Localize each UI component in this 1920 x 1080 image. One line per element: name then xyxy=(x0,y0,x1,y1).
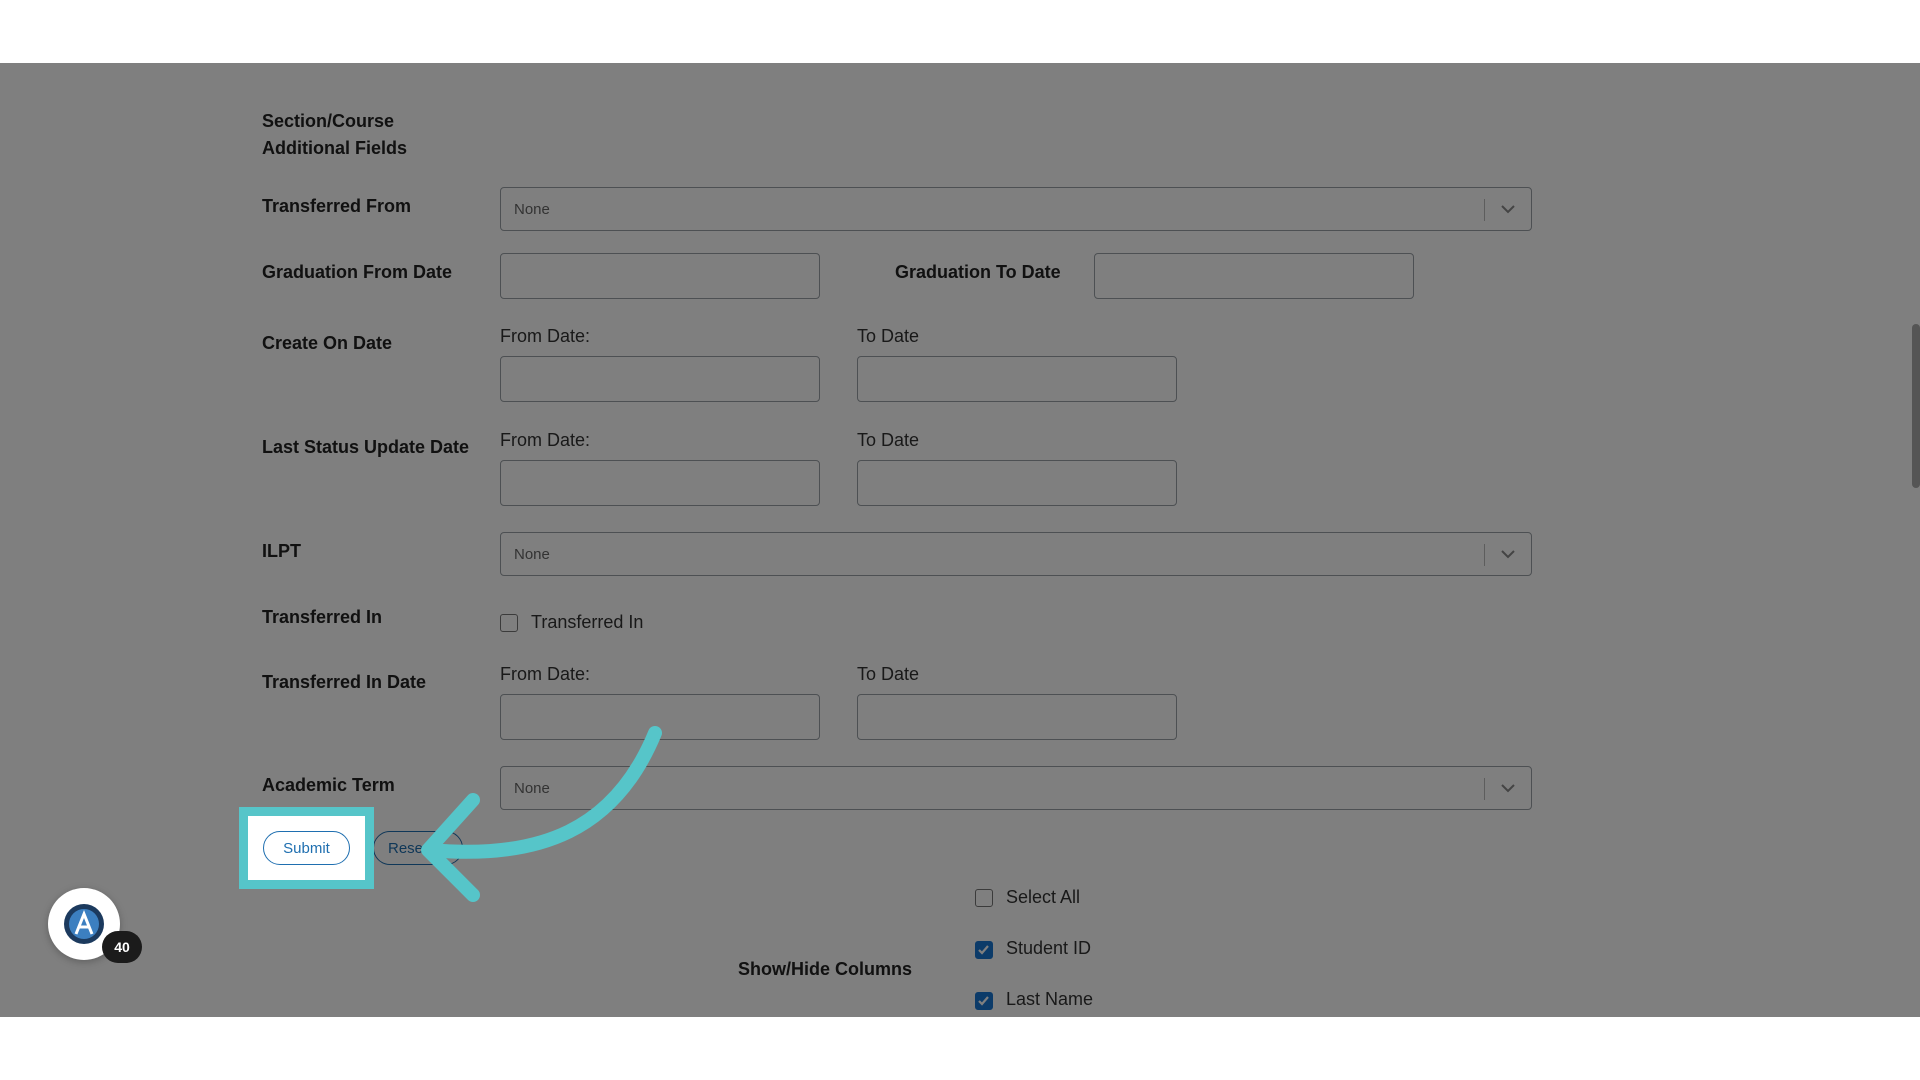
select-all-checkbox[interactable] xyxy=(975,889,993,907)
last-name-label[interactable]: Last Name xyxy=(1006,989,1093,1010)
checkmark-icon xyxy=(978,945,989,955)
transferred-in-date-label: Transferred In Date xyxy=(262,672,427,692)
section-course-label-line2: Additional Fields xyxy=(262,138,408,158)
chevron-down-icon[interactable] xyxy=(1497,777,1519,799)
notification-count-badge: 40 xyxy=(102,931,142,963)
reset-button[interactable]: Rese xyxy=(373,831,463,865)
transferred-from-label: Transferred From xyxy=(262,196,412,216)
top-bar xyxy=(0,0,1920,63)
create-on-from-input[interactable] xyxy=(500,356,820,402)
create-on-to-label: To Date xyxy=(857,326,920,346)
last-status-from-label: From Date: xyxy=(500,430,591,450)
academic-term-value: None xyxy=(514,780,550,797)
section-course-label-line1: Section/Course xyxy=(262,111,395,131)
select-separator xyxy=(1484,199,1485,221)
last-status-update-date-label: Last Status Update Date xyxy=(262,437,470,457)
last-status-from-input[interactable] xyxy=(500,460,820,506)
show-hide-columns-label: Show/Hide Columns xyxy=(738,959,913,979)
transferred-in-label: Transferred In xyxy=(262,607,383,627)
chevron-down-icon[interactable] xyxy=(1497,198,1519,220)
checkmark-icon xyxy=(978,996,989,1006)
chevron-down-icon[interactable] xyxy=(1497,543,1519,565)
academic-term-select[interactable]: None xyxy=(500,766,1532,810)
graduation-to-date-label: Graduation To Date xyxy=(895,262,1061,282)
student-id-label[interactable]: Student ID xyxy=(1006,938,1091,959)
student-id-checkbox[interactable] xyxy=(975,941,993,959)
scrollbar-thumb[interactable] xyxy=(1912,324,1920,488)
graduation-to-date-input[interactable] xyxy=(1094,253,1414,299)
transferred-in-to-input[interactable] xyxy=(857,694,1177,740)
transferred-in-checkbox[interactable] xyxy=(500,614,518,632)
select-separator xyxy=(1484,778,1485,800)
transferred-in-checkbox-label[interactable]: Transferred In xyxy=(531,612,643,633)
select-separator xyxy=(1484,544,1485,566)
create-on-to-input[interactable] xyxy=(857,356,1177,402)
select-all-label[interactable]: Select All xyxy=(1006,887,1080,908)
create-on-date-label: Create On Date xyxy=(262,333,393,353)
ilpt-select[interactable]: None xyxy=(500,532,1532,576)
graduation-from-date-label: Graduation From Date xyxy=(262,262,453,282)
ilpt-value: None xyxy=(514,546,550,563)
section-course-label: Section/Course Additional Fields xyxy=(262,108,407,162)
transferred-from-select[interactable]: None xyxy=(500,187,1532,231)
last-status-to-label: To Date xyxy=(857,430,920,450)
ilpt-label: ILPT xyxy=(262,541,301,561)
last-name-checkbox[interactable] xyxy=(975,992,993,1010)
academic-term-label: Academic Term xyxy=(262,775,395,795)
submit-button[interactable]: Submit xyxy=(263,831,350,865)
transferred-from-value: None xyxy=(514,201,550,218)
create-on-from-label: From Date: xyxy=(500,326,591,346)
transferred-in-from-input[interactable] xyxy=(500,694,820,740)
last-status-to-input[interactable] xyxy=(857,460,1177,506)
transferred-in-from-label: From Date: xyxy=(500,664,591,684)
graduation-from-date-input[interactable] xyxy=(500,253,820,299)
bottom-bar xyxy=(0,1017,1920,1080)
transferred-in-to-label: To Date xyxy=(857,664,920,684)
